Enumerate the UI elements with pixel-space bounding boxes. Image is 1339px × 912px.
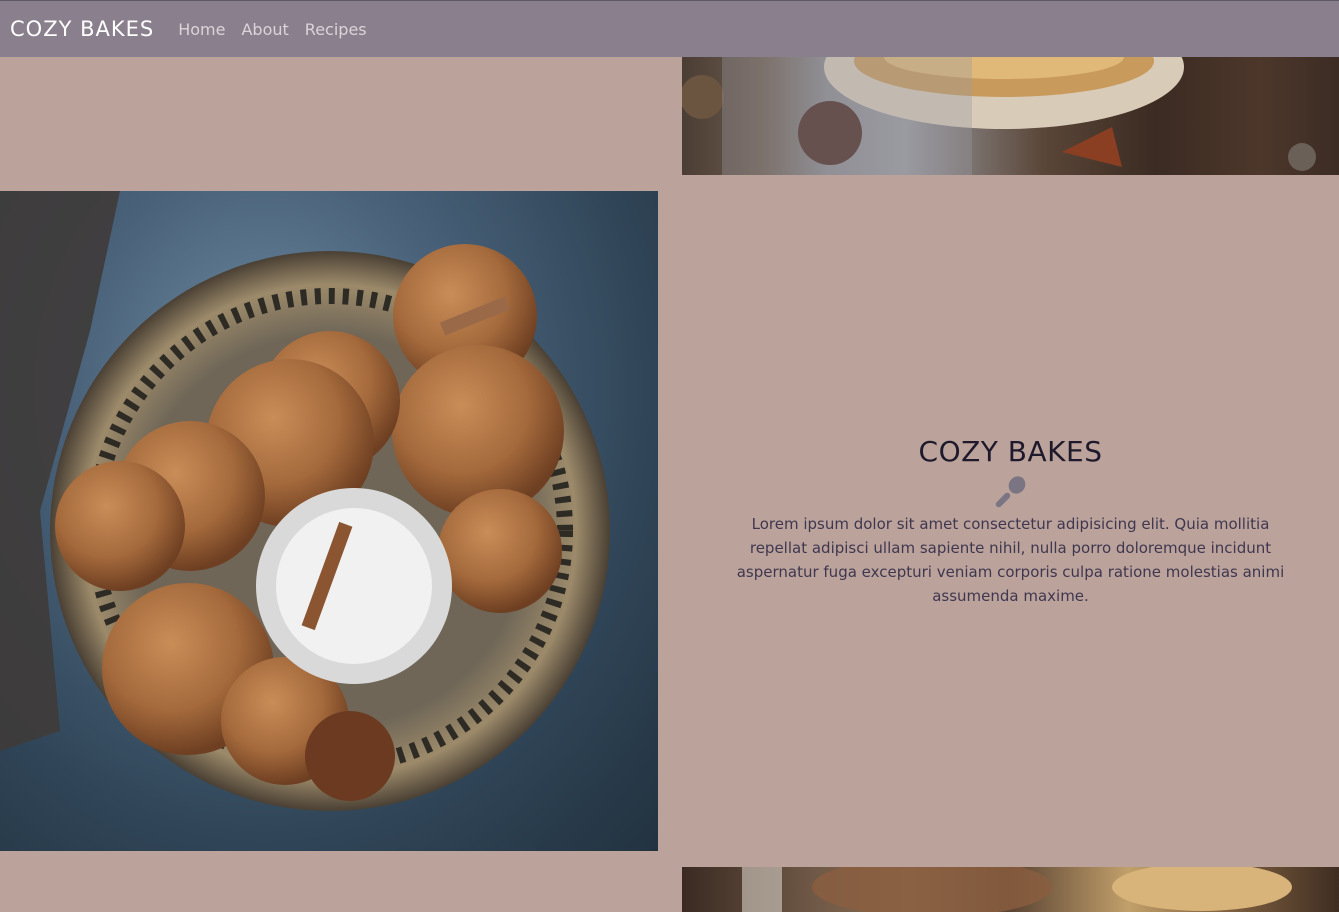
nav-link-recipes[interactable]: Recipes bbox=[305, 20, 367, 39]
about-text: Lorem ipsum dolor sit amet consectetur a… bbox=[736, 514, 1285, 605]
bottom-photo bbox=[682, 867, 1339, 912]
nav-link-home[interactable]: Home bbox=[178, 20, 225, 39]
about-title: COZY BAKES bbox=[918, 434, 1103, 468]
spoon-icon bbox=[995, 475, 1025, 507]
cookies-photo bbox=[0, 191, 658, 851]
navbar: COZY BAKES Home About Recipes bbox=[0, 0, 1339, 57]
brand-logo-text[interactable]: COZY BAKES bbox=[10, 17, 154, 41]
cookies-photo-art bbox=[0, 191, 610, 811]
nav-link-about[interactable]: About bbox=[241, 20, 288, 39]
pie-photo-art bbox=[682, 57, 1316, 175]
nav-links: Home About Recipes bbox=[178, 20, 366, 39]
bottom-photo-art bbox=[742, 867, 1292, 912]
about-section: COZY BAKES Lorem ipsum dolor sit amet co… bbox=[682, 191, 1339, 851]
pie-photo bbox=[682, 57, 1339, 175]
